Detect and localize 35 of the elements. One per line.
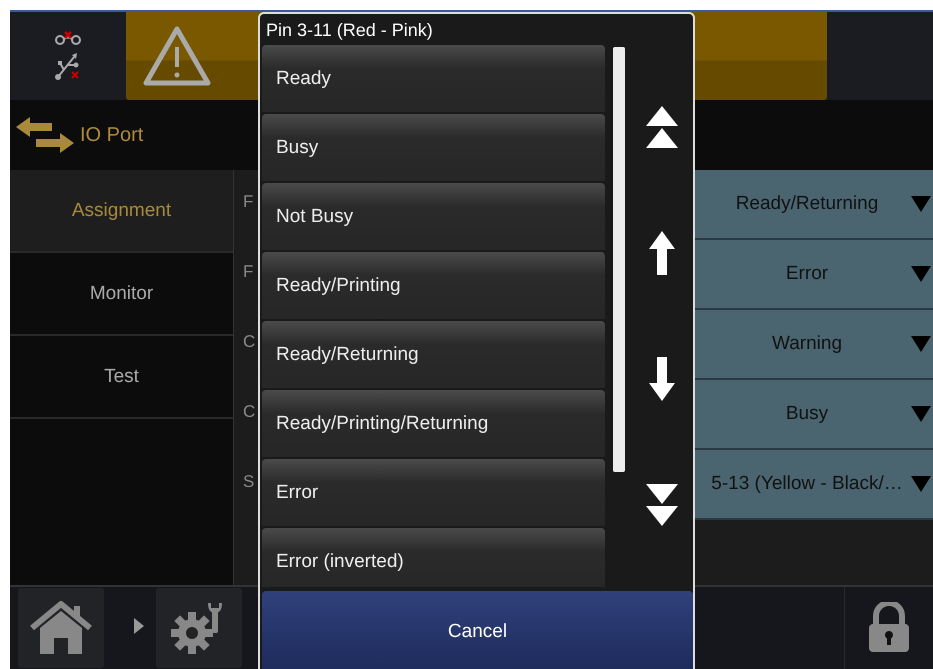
row-label: F bbox=[243, 262, 254, 282]
scroll-up-icon[interactable] bbox=[649, 230, 675, 275]
row-label: F bbox=[243, 192, 254, 212]
warning-icon bbox=[142, 25, 212, 87]
page-title: IO Port bbox=[80, 124, 144, 146]
option-button[interactable]: Error bbox=[262, 459, 605, 526]
scrollbar-thumb[interactable] bbox=[613, 47, 625, 472]
scroll-down-icon[interactable] bbox=[649, 357, 675, 402]
row-label: S bbox=[243, 472, 254, 492]
home-button[interactable] bbox=[18, 588, 104, 668]
settings-button[interactable] bbox=[156, 588, 242, 668]
scroll-bottom-icon[interactable] bbox=[646, 484, 678, 526]
dropdown-arrow-icon bbox=[911, 266, 931, 282]
scroll-top-icon[interactable] bbox=[646, 106, 678, 148]
chevron-right-icon bbox=[134, 618, 144, 634]
dialog-title: Pin 3-11 (Red - Pink) bbox=[265, 19, 434, 42]
cancel-button[interactable]: Cancel bbox=[262, 591, 693, 669]
option-button[interactable]: Ready bbox=[262, 45, 605, 112]
row-label: C bbox=[243, 332, 256, 352]
dropdown-arrow-icon bbox=[911, 406, 931, 422]
option-button[interactable]: Ready/Printing bbox=[262, 252, 605, 319]
dropdown-arrow-icon bbox=[911, 336, 931, 352]
lock-icon bbox=[867, 602, 911, 654]
option-button[interactable]: Busy bbox=[262, 114, 605, 181]
dropdown-arrow-icon bbox=[911, 196, 931, 212]
option-button[interactable]: Ready/Returning bbox=[262, 321, 605, 388]
option-button[interactable]: Not Busy bbox=[262, 183, 605, 250]
row-label: C bbox=[243, 402, 256, 422]
option-button[interactable]: Ready/Printing/Returning bbox=[262, 390, 605, 457]
option-button[interactable]: Error (inverted) bbox=[262, 528, 605, 587]
cable-disconnected-icon bbox=[54, 31, 82, 45]
home-icon bbox=[28, 600, 94, 656]
dropdown-arrow-icon bbox=[911, 476, 931, 492]
sidebar-tab[interactable]: Assignment bbox=[10, 170, 233, 253]
swap-arrows-icon bbox=[16, 117, 74, 153]
